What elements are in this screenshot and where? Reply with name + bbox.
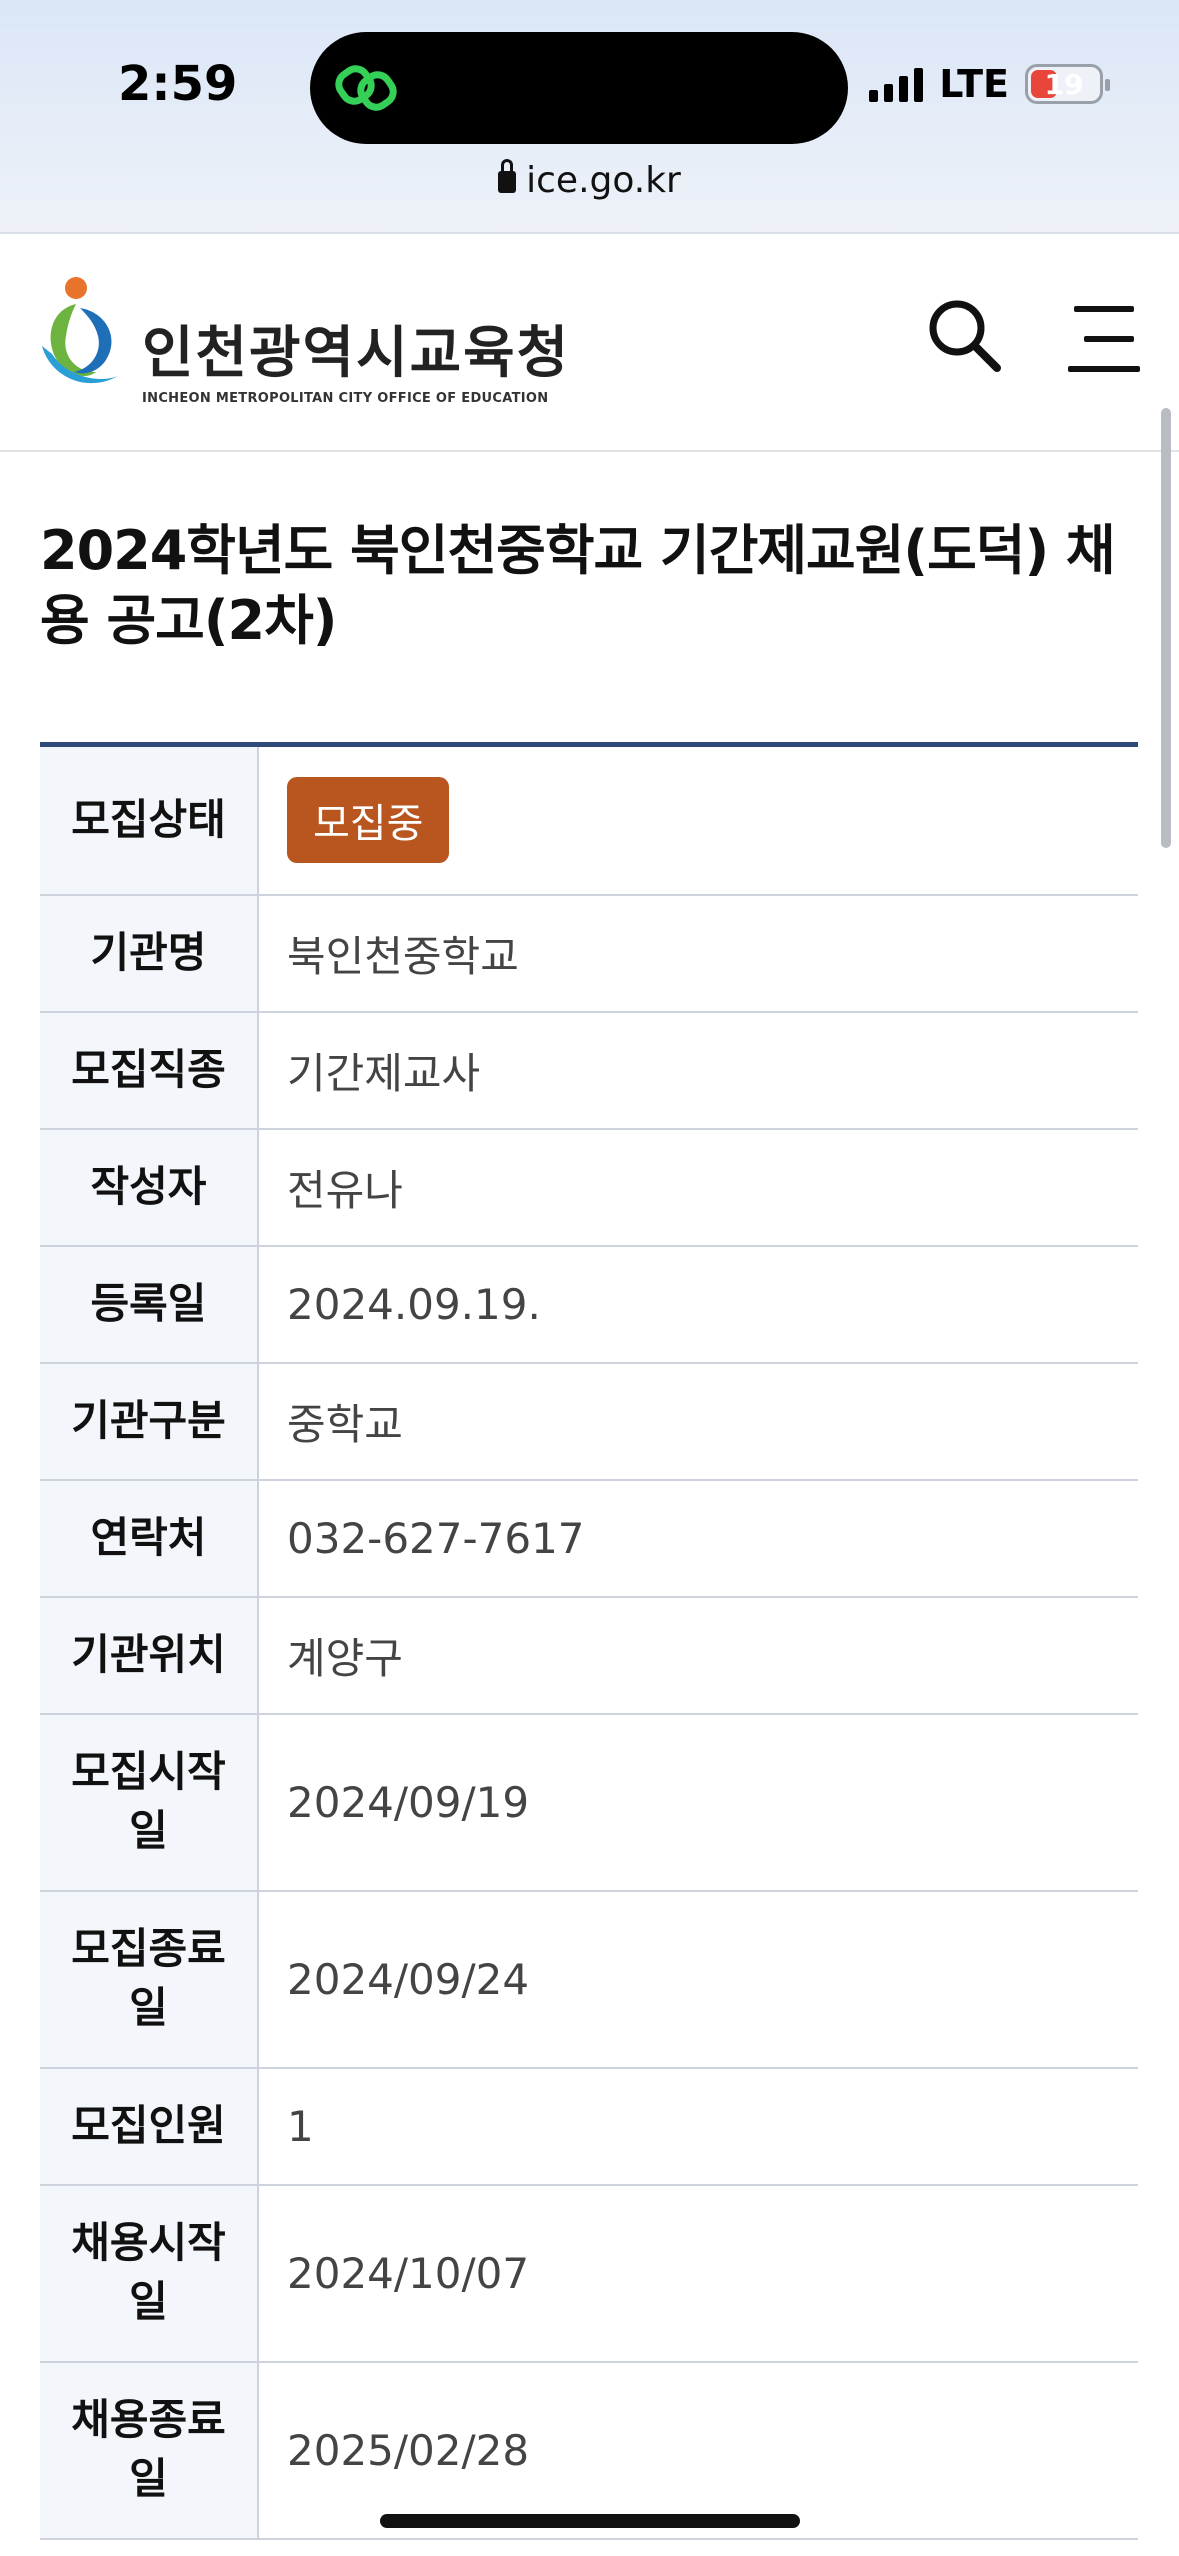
row-label: 기관명 [40,894,259,1012]
table-row: 기관구분 중학교 [40,1362,1138,1480]
row-label: 기관구분 [40,1362,259,1480]
table-row: 기관위치 계양구 [40,1596,1138,1714]
table-row: 모집상태 모집중 [40,744,1138,895]
row-label: 모집상태 [40,744,259,895]
row-label: 작성자 [40,1128,259,1246]
logo-english: INCHEON METROPOLITAN CITY OFFICE OF EDUC… [142,391,549,406]
battery-percent: 19 [1044,67,1084,101]
table-row: 등록일 2024.09.19. [40,1245,1138,1363]
row-label: 모집시작일 [40,1713,259,1891]
row-label: 연락처 [40,1479,259,1597]
url-text: ice.go.kr [526,160,681,201]
table-row: 기관명 북인천중학교 [40,894,1138,1012]
page-scrollbar[interactable] [1161,408,1171,848]
row-label: 기관위치 [40,1596,259,1714]
search-icon[interactable] [925,296,1005,376]
table-row: 작성자 전유나 [40,1128,1138,1246]
link-icon [335,65,397,111]
table-row: 채용시작일 2024/10/07 [40,2184,1138,2362]
status-indicators: LTE 19 [869,62,1110,106]
row-value: 2025/02/28 [287,2425,530,2475]
hamburger-menu-icon[interactable] [1068,306,1140,372]
cellular-signal-icon [869,66,924,102]
browser-top-bar: 2:59 LTE 19 ice.go.kr [0,0,1179,234]
address-bar[interactable]: ice.go.kr [0,159,1179,201]
row-value: 2024/10/07 [287,2248,530,2298]
row-value: 전유나 [287,1165,403,1215]
row-label: 채용종료일 [40,2361,259,2539]
logo-korean: 인천광역시교육청 [142,321,571,386]
dynamic-island [310,32,848,144]
row-value: 032-627-7617 [287,1513,585,1563]
status-badge: 모집중 [287,777,450,864]
row-value: 모집중 [258,745,1138,895]
row-label: 등록일 [40,1245,259,1363]
table-row: 연락처 032-627-7617 [40,1479,1138,1597]
row-label: 모집직종 [40,1011,259,1129]
table-row: 모집인원 1 [40,2067,1138,2185]
battery-icon: 19 [1025,64,1110,104]
row-label: 모집종료일 [40,1890,259,2068]
row-label: 채용시작일 [40,2184,259,2362]
table-row: 모집직종 기간제교사 [40,1011,1138,1129]
site-logo-text[interactable]: 인천광역시교육청 INCHEON METROPOLITAN CITY OFFIC… [142,308,570,406]
row-value: 계양구 [287,1633,403,1683]
row-value: 중학교 [287,1399,403,1449]
row-value: 1 [287,2101,314,2151]
row-value: 북인천중학교 [287,931,519,981]
row-label: 모집인원 [40,2067,259,2185]
row-value: 2024/09/24 [287,1954,530,2004]
page-title: 2024학년도 북인천중학교 기간제교원(도덕) 채용 공고(2차) [40,519,1116,653]
table-row: 모집시작일 2024/09/19 [40,1713,1138,1891]
status-time: 2:59 [118,56,238,112]
row-value: 2024.09.19. [287,1279,541,1329]
network-type: LTE [939,62,1009,106]
home-indicator[interactable] [380,2514,800,2528]
row-value: 기간제교사 [287,1048,481,1098]
recruitment-detail-table: 모집상태 모집중 기관명 북인천중학교 모집직종 기간제교사 작성자 전유나 등… [40,742,1138,2540]
lock-icon [498,159,517,193]
table-row: 채용종료일 2025/02/28 [40,2361,1138,2539]
table-row: 모집종료일 2024/09/24 [40,1890,1138,2068]
row-value: 2024/09/19 [287,1777,530,1827]
site-header: 인천광역시교육청 INCHEON METROPOLITAN CITY OFFIC… [0,236,1179,452]
